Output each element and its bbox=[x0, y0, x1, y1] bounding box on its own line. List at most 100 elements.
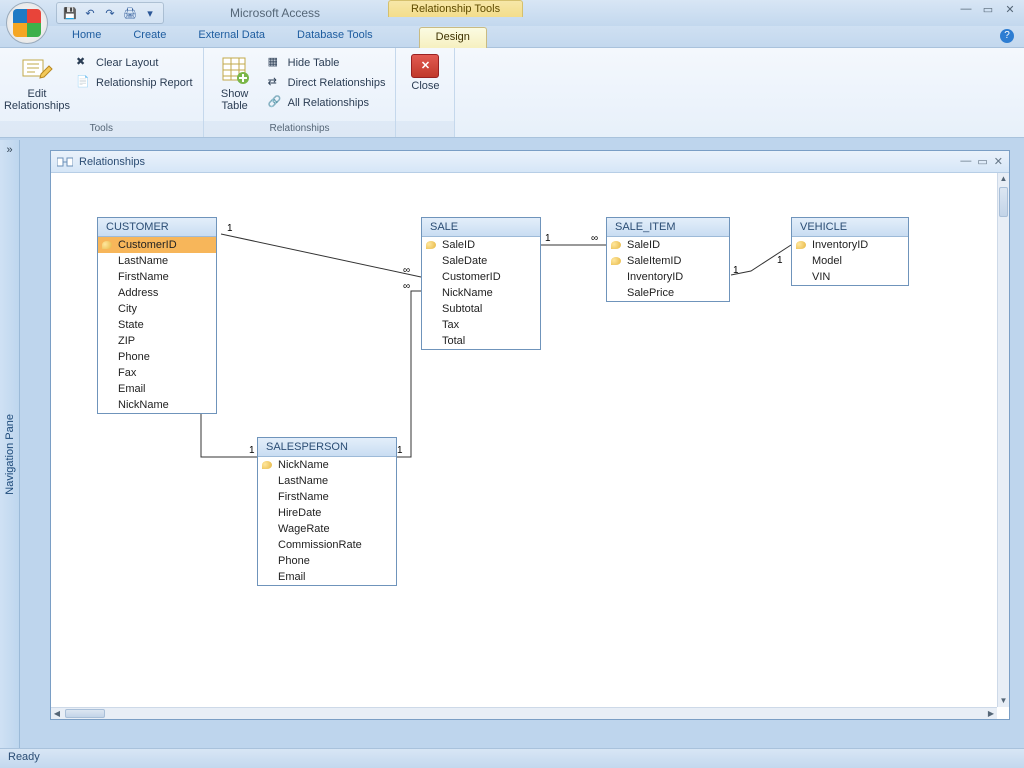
show-table-icon bbox=[219, 54, 251, 86]
tab-design[interactable]: Design bbox=[419, 27, 487, 48]
save-icon[interactable]: 💾 bbox=[61, 4, 79, 22]
table-node-customer[interactable]: CUSTOMER CustomerIDLastNameFirstNameAddr… bbox=[97, 217, 217, 414]
table-field[interactable]: NickName bbox=[258, 457, 396, 473]
table-field[interactable]: City bbox=[98, 301, 216, 317]
table-node-sale[interactable]: SALE SaleIDSaleDateCustomerIDNickNameSub… bbox=[421, 217, 541, 350]
scroll-left-icon[interactable]: ◀ bbox=[51, 708, 63, 719]
relationships-canvas[interactable]: 1 ∞ 1 ∞ 1 ∞ 1 ∞ 1 1 bbox=[51, 173, 997, 707]
qat-customize-icon[interactable]: ▾ bbox=[141, 4, 159, 22]
tab-create[interactable]: Create bbox=[117, 26, 182, 47]
undo-icon[interactable]: ↶ bbox=[81, 4, 99, 22]
table-field[interactable]: Subtotal bbox=[422, 301, 540, 317]
hide-table-icon: ▦ bbox=[268, 55, 284, 71]
ribbon-group-tools: Edit Relationships ✖Clear Layout 📄Relati… bbox=[0, 48, 204, 137]
clear-layout-button[interactable]: ✖Clear Layout bbox=[72, 54, 197, 72]
navigation-pane-label: Navigation Pane bbox=[4, 414, 16, 495]
tab-external-data[interactable]: External Data bbox=[182, 26, 281, 47]
minimize-button[interactable]: — bbox=[958, 3, 974, 17]
title-bar: 💾 ↶ ↷ 🖨 ▾ Microsoft Access Relationship … bbox=[0, 0, 1024, 26]
work-area: » Navigation Pane Relationships — ▭ ✕ 1 … bbox=[0, 140, 1024, 748]
table-fields: CustomerIDLastNameFirstNameAddressCitySt… bbox=[98, 237, 216, 413]
tab-database-tools[interactable]: Database Tools bbox=[281, 26, 389, 47]
all-relationships-button[interactable]: 🔗All Relationships bbox=[264, 94, 390, 112]
table-field[interactable]: SaleDate bbox=[422, 253, 540, 269]
navigation-pane-collapsed[interactable]: » Navigation Pane bbox=[0, 140, 20, 748]
relwin-close-button[interactable]: ✕ bbox=[994, 155, 1003, 168]
ribbon-group-relationships-label: Relationships bbox=[204, 121, 396, 137]
expand-nav-icon[interactable]: » bbox=[6, 140, 12, 160]
svg-text:∞: ∞ bbox=[591, 233, 598, 244]
ribbon-group-close: ✕ Close bbox=[396, 48, 455, 137]
direct-relationships-button[interactable]: ⇄Direct Relationships bbox=[264, 74, 390, 92]
table-node-sale-item[interactable]: SALE_ITEM SaleIDSaleItemIDInventoryIDSal… bbox=[606, 217, 730, 302]
ribbon: Edit Relationships ✖Clear Layout 📄Relati… bbox=[0, 48, 1024, 138]
help-icon[interactable]: ? bbox=[1000, 29, 1014, 43]
table-field[interactable]: Address bbox=[98, 285, 216, 301]
vertical-scrollbar[interactable]: ▲ ▼ bbox=[997, 173, 1009, 707]
redo-icon[interactable]: ↷ bbox=[101, 4, 119, 22]
table-field[interactable]: HireDate bbox=[258, 505, 396, 521]
table-field[interactable]: Fax bbox=[98, 365, 216, 381]
table-field[interactable]: CommissionRate bbox=[258, 537, 396, 553]
window-controls: — ▭ ✕ bbox=[958, 3, 1018, 17]
quick-access-toolbar: 💾 ↶ ↷ 🖨 ▾ bbox=[56, 2, 164, 24]
table-node-salesperson[interactable]: SALESPERSON NickNameLastNameFirstNameHir… bbox=[257, 437, 397, 586]
table-title: CUSTOMER bbox=[98, 218, 216, 237]
table-field[interactable]: VIN bbox=[792, 269, 908, 285]
hide-table-button[interactable]: ▦Hide Table bbox=[264, 54, 390, 72]
svg-text:1: 1 bbox=[777, 255, 783, 266]
restore-button[interactable]: ▭ bbox=[980, 3, 996, 17]
scroll-thumb[interactable] bbox=[999, 187, 1008, 217]
table-field[interactable]: InventoryID bbox=[792, 237, 908, 253]
table-field[interactable]: Phone bbox=[98, 349, 216, 365]
table-field[interactable]: CustomerID bbox=[422, 269, 540, 285]
relwin-minimize-button[interactable]: — bbox=[960, 155, 971, 168]
table-title: SALE bbox=[422, 218, 540, 237]
table-fields: InventoryIDModelVIN bbox=[792, 237, 908, 285]
table-field[interactable]: SaleItemID bbox=[607, 253, 729, 269]
table-field[interactable]: WageRate bbox=[258, 521, 396, 537]
svg-text:1: 1 bbox=[227, 223, 233, 234]
relwin-restore-button[interactable]: ▭ bbox=[977, 155, 987, 168]
relationships-icon bbox=[57, 156, 73, 168]
table-field[interactable]: Tax bbox=[422, 317, 540, 333]
show-table-button[interactable]: Show Table bbox=[210, 50, 260, 116]
table-field[interactable]: LastName bbox=[258, 473, 396, 489]
table-field[interactable]: Email bbox=[98, 381, 216, 397]
relationships-window-header[interactable]: Relationships — ▭ ✕ bbox=[51, 151, 1009, 173]
table-field[interactable]: ZIP bbox=[98, 333, 216, 349]
tab-home[interactable]: Home bbox=[56, 26, 117, 47]
table-field[interactable]: NickName bbox=[98, 397, 216, 413]
ribbon-group-tools-label: Tools bbox=[0, 121, 203, 137]
edit-relationships-button[interactable]: Edit Relationships bbox=[6, 50, 68, 116]
ribbon-group-relationships: Show Table ▦Hide Table ⇄Direct Relations… bbox=[204, 48, 397, 137]
close-button[interactable]: ✕ bbox=[1002, 3, 1018, 17]
table-field[interactable]: FirstName bbox=[258, 489, 396, 505]
table-field[interactable]: FirstName bbox=[98, 269, 216, 285]
table-fields: SaleIDSaleDateCustomerIDNickNameSubtotal… bbox=[422, 237, 540, 349]
table-field[interactable]: State bbox=[98, 317, 216, 333]
print-icon[interactable]: 🖨 bbox=[121, 4, 139, 22]
table-field[interactable]: InventoryID bbox=[607, 269, 729, 285]
table-field[interactable]: SaleID bbox=[422, 237, 540, 253]
table-node-vehicle[interactable]: VEHICLE InventoryIDModelVIN bbox=[791, 217, 909, 286]
table-field[interactable]: SalePrice bbox=[607, 285, 729, 301]
table-field[interactable]: Model bbox=[792, 253, 908, 269]
scroll-down-icon[interactable]: ▼ bbox=[998, 695, 1009, 707]
table-field[interactable]: NickName bbox=[422, 285, 540, 301]
horizontal-scrollbar[interactable]: ◀ ▶ bbox=[51, 707, 997, 719]
office-button[interactable] bbox=[6, 2, 48, 44]
close-relationships-button[interactable]: ✕ Close bbox=[402, 50, 448, 96]
scroll-thumb[interactable] bbox=[65, 709, 105, 718]
table-field[interactable]: SaleID bbox=[607, 237, 729, 253]
table-field[interactable]: Email bbox=[258, 569, 396, 585]
table-field[interactable]: CustomerID bbox=[98, 237, 216, 253]
relationship-report-button[interactable]: 📄Relationship Report bbox=[72, 74, 197, 92]
table-field[interactable]: Phone bbox=[258, 553, 396, 569]
app-title: Microsoft Access bbox=[230, 6, 320, 20]
scroll-right-icon[interactable]: ▶ bbox=[985, 708, 997, 719]
scroll-up-icon[interactable]: ▲ bbox=[998, 173, 1009, 185]
table-field[interactable]: Total bbox=[422, 333, 540, 349]
table-field[interactable]: LastName bbox=[98, 253, 216, 269]
close-icon: ✕ bbox=[411, 54, 439, 78]
